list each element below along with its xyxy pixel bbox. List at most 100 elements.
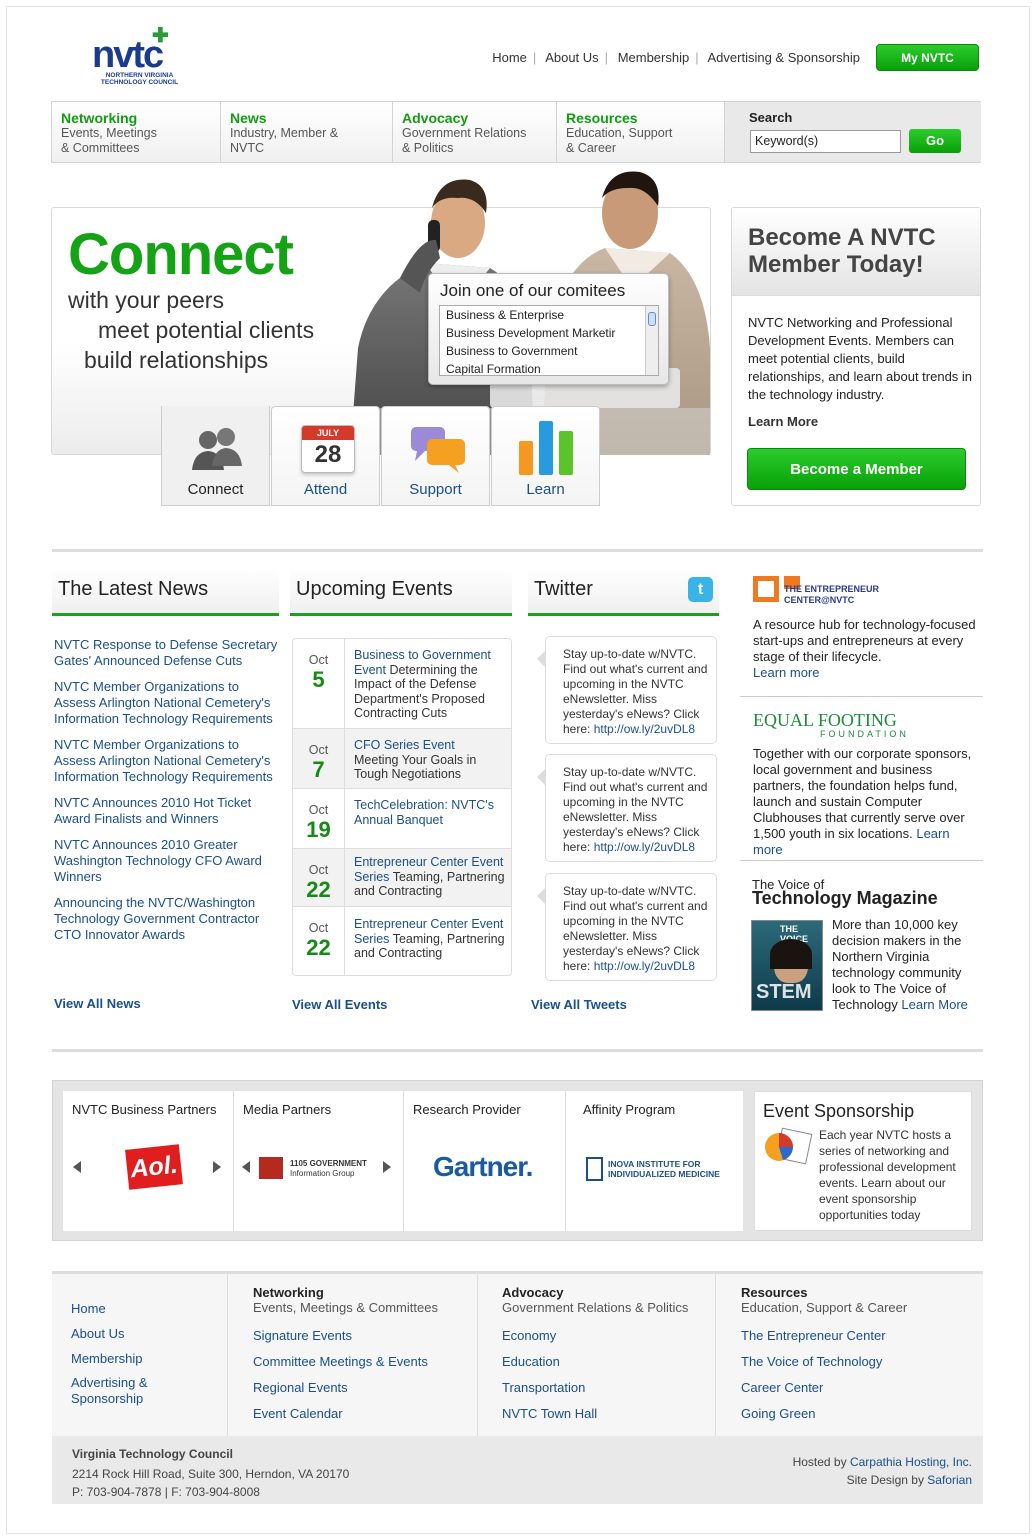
entrepreneur-center-link[interactable]: Learn more [753, 665, 819, 680]
footer-address: 2214 Rock Hill Road, Suite 300, Herndon,… [72, 1467, 350, 1499]
nav-advocacy[interactable]: Advocacy Government Relations & Politics [393, 102, 557, 162]
news-item[interactable]: NVTC Member Organizations to Assess Arli… [54, 737, 279, 785]
member-description: NVTC Networking and Professional Develop… [748, 315, 973, 402]
designer-link[interactable]: Saforian [927, 1473, 972, 1487]
research-provider: Research Provider Gartner. [404, 1091, 566, 1231]
news-item[interactable]: NVTC Member Organizations to Assess Arli… [54, 679, 279, 727]
nav-resources[interactable]: Resources Education, Support & Career [557, 102, 725, 162]
tab-connect[interactable]: Connect [161, 406, 270, 506]
tweet-link[interactable]: http://ow.ly/2uvDL8 [594, 840, 695, 854]
tab-label: Attend [303, 481, 348, 498]
pie-chart-icon [765, 1127, 813, 1165]
hosting-link[interactable]: Carpathia Hosting, Inc. [850, 1455, 972, 1469]
topnav-about-us[interactable]: About Us [545, 50, 598, 65]
tab-label: Learn [526, 481, 565, 498]
sponsorship-title: Event Sponsorship [763, 1101, 915, 1121]
footer-link[interactable]: The Entrepreneur Center [741, 1323, 983, 1349]
prev-arrow-icon[interactable] [73, 1161, 81, 1173]
topnav-home[interactable]: Home [492, 50, 527, 65]
view-all-news-link[interactable]: View All News [54, 996, 141, 1011]
events-header: Upcoming Events [290, 568, 512, 616]
twitter-header: Twitter t [528, 568, 719, 616]
magazine-cover-image[interactable]: THE VOICE STEM [751, 920, 823, 1011]
nav-title: News [230, 110, 267, 126]
event-item[interactable]: Oct 22 Entrepreneur Center Event Series T… [293, 849, 511, 907]
footer-link[interactable]: Signature Events [253, 1323, 477, 1349]
magazine-link[interactable]: Learn More [901, 997, 967, 1012]
nav-sub: Government Relations [402, 126, 527, 140]
event-day: 5 [312, 667, 325, 692]
footer-link[interactable]: Home [71, 1296, 227, 1321]
entrepreneur-center-logo[interactable]: THE ENTREPRENEUR CENTER@NVTC [784, 584, 879, 606]
footer-link[interactable]: Advertising & Sponsorship [71, 1375, 181, 1407]
event-item[interactable]: Oct 22 Entrepreneur Center Event Series T… [293, 907, 511, 975]
footer-credits: Hosted by Carpathia Hosting, Inc. Site D… [792, 1455, 972, 1487]
magazine-title: Technology Magazine [752, 888, 938, 908]
nvtc-logo[interactable]: ✚ nvtc NORTHERN VIRGINIA TECHNOLOGY COUNC… [92, 26, 187, 86]
event-item[interactable]: Oct 19 TechCelebration: NVTC's Annual Ban… [293, 789, 511, 849]
footer-link[interactable]: Event Calendar [253, 1401, 477, 1427]
news-item[interactable]: NVTC Announces 2010 Hot Ticket Award Fin… [54, 795, 279, 827]
gartner-logo[interactable]: Gartner. [433, 1151, 533, 1183]
member-title: Become A NVTC Member Today! [748, 224, 936, 278]
my-nvtc-button[interactable]: My NVTC [876, 44, 979, 71]
tweet-link[interactable]: http://ow.ly/2uvDL8 [594, 959, 695, 973]
footer-link[interactable]: Membership [71, 1346, 227, 1371]
search-go-button[interactable]: Go [909, 129, 961, 153]
footer-link[interactable]: Economy [502, 1323, 715, 1349]
news-item[interactable]: NVTC Announces 2010 Greater Washington T… [54, 837, 279, 885]
business-partners: NVTC Business Partners Aol. [63, 1091, 234, 1231]
footer-link[interactable]: Regional Events [253, 1375, 477, 1401]
committee-option[interactable]: Capital Formation [440, 360, 658, 375]
search-input[interactable]: Keyword(s) [750, 130, 901, 153]
1105-government-logo-icon [259, 1157, 283, 1179]
footer-link[interactable]: Education [502, 1349, 715, 1375]
footer-link[interactable]: NVTC Town Hall [502, 1401, 715, 1427]
event-item[interactable]: Oct 7 CFO Series Event Meeting Your Goals … [293, 729, 511, 789]
committee-scrollbar[interactable] [645, 306, 658, 375]
news-item[interactable]: Announcing the NVTC/Washington Technolog… [54, 895, 279, 943]
news-item[interactable]: NVTC Response to Defense Secretary Gates… [54, 637, 279, 669]
tweet: Stay up-to-date w/NVTC. Find out what's … [537, 873, 717, 981]
footer-link[interactable]: About Us [71, 1321, 227, 1346]
nav-sub: & Committees [61, 141, 140, 155]
1105-government-logo[interactable]: 1105 GOVERNMENT Information Group [290, 1159, 367, 1179]
nav-sub: & Career [566, 141, 617, 155]
sponsorship-text: Each year NVTC hosts a series of network… [819, 1128, 956, 1222]
next-arrow-icon[interactable] [383, 1161, 391, 1173]
nav-networking[interactable]: Networking Events, Meetings & Committees [52, 102, 221, 162]
committee-option[interactable]: Business Development Marketir [440, 324, 658, 342]
footer-nav: Home About Us Membership Advertising & S… [52, 1271, 983, 1436]
top-nav: Home | About Us | Membership | Advertising … [492, 50, 860, 65]
committee-option[interactable]: Business to Government [440, 342, 658, 360]
equal-footing-promo: EQUAL FOOTING FOUNDATION Together with o… [740, 697, 983, 861]
tab-learn[interactable]: Learn [491, 406, 600, 506]
topnav-membership[interactable]: Membership [618, 50, 690, 65]
topnav-advertising[interactable]: Advertising & Sponsorship [708, 50, 860, 65]
committee-option[interactable]: Business & Enterprise [440, 306, 658, 324]
committee-list[interactable]: Business & Enterprise Business Developme… [439, 305, 659, 376]
event-item[interactable]: Oct 5 Business to Government Event Determ… [293, 639, 511, 729]
media-partners: Media Partners 1105 GOVERNMENT Informatio… [234, 1091, 404, 1231]
become-member-button[interactable]: Become a Member [747, 448, 966, 490]
tweet-link[interactable]: http://ow.ly/2uvDL8 [594, 722, 695, 736]
logo-subtitle: NORTHERN VIRGINIA TECHNOLOGY COUNCIL [100, 72, 179, 86]
footer-link[interactable]: Committee Meetings & Events [253, 1349, 477, 1375]
member-learn-more[interactable]: Learn More [748, 414, 818, 429]
view-all-tweets-link[interactable]: View All Tweets [531, 997, 627, 1012]
next-arrow-icon[interactable] [213, 1161, 221, 1173]
equal-footing-logo[interactable]: EQUAL FOOTING [753, 711, 897, 729]
view-all-events-link[interactable]: View All Events [292, 997, 387, 1012]
footer-link[interactable]: Transportation [502, 1375, 715, 1401]
aol-logo[interactable]: Aol. [125, 1144, 183, 1190]
nav-news[interactable]: News Industry, Member & NVTC [221, 102, 393, 162]
inova-logo[interactable]: INOVA INSTITUTE FOR INDIVIDUALIZED MEDICI… [608, 1159, 720, 1179]
tab-attend[interactable]: JULY 28 Attend [271, 406, 380, 506]
footer-link[interactable]: The Voice of Technology [741, 1349, 983, 1375]
twitter-icon[interactable]: t [688, 577, 713, 602]
prev-arrow-icon[interactable] [242, 1161, 250, 1173]
tab-support[interactable]: Support [381, 406, 490, 506]
logo-word: nvtc [92, 34, 164, 76]
footer-link[interactable]: Going Green [741, 1401, 983, 1427]
footer-link[interactable]: Career Center [741, 1375, 983, 1401]
